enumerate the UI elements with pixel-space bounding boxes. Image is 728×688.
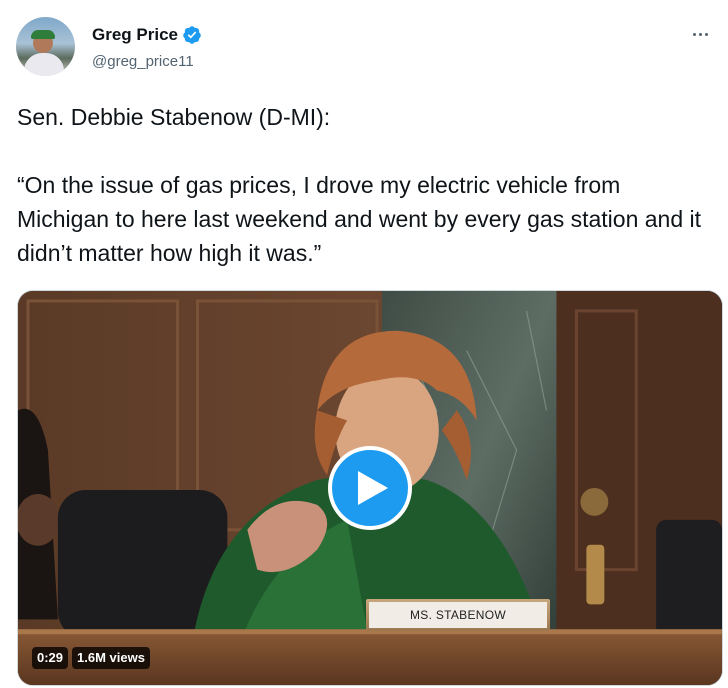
tweet-header: Greg Price @greg_price11 [16, 16, 712, 80]
video-duration-badge: 0:29 [32, 647, 69, 669]
avatar[interactable] [16, 17, 75, 76]
author-handle[interactable]: @greg_price11 [92, 53, 194, 70]
tweet-text: Sen. Debbie Stabenow (D-MI): “On the iss… [17, 100, 717, 270]
video-nameplate: MS. STABENOW [366, 599, 550, 631]
tweet-card: Greg Price @greg_price11 Sen. Debbie Sta… [0, 0, 728, 688]
video-views-badge: 1.6M views [72, 647, 150, 669]
play-button[interactable] [328, 446, 412, 530]
tweet-text-quote: “On the issue of gas prices, I drove my … [17, 172, 702, 266]
author-name-row: Greg Price [92, 25, 202, 45]
video-badges: 0:29 1.6M views [32, 647, 150, 669]
tweet-text-line1: Sen. Debbie Stabenow (D-MI): [17, 104, 331, 130]
author-display-name[interactable]: Greg Price [92, 25, 178, 45]
video-player[interactable]: MS. STABENOW 0:29 1.6M views [17, 290, 723, 686]
play-icon [358, 471, 388, 505]
nameplate-text: MS. STABENOW [369, 602, 547, 628]
verified-badge-icon [182, 25, 202, 45]
more-options-icon[interactable] [688, 22, 712, 46]
